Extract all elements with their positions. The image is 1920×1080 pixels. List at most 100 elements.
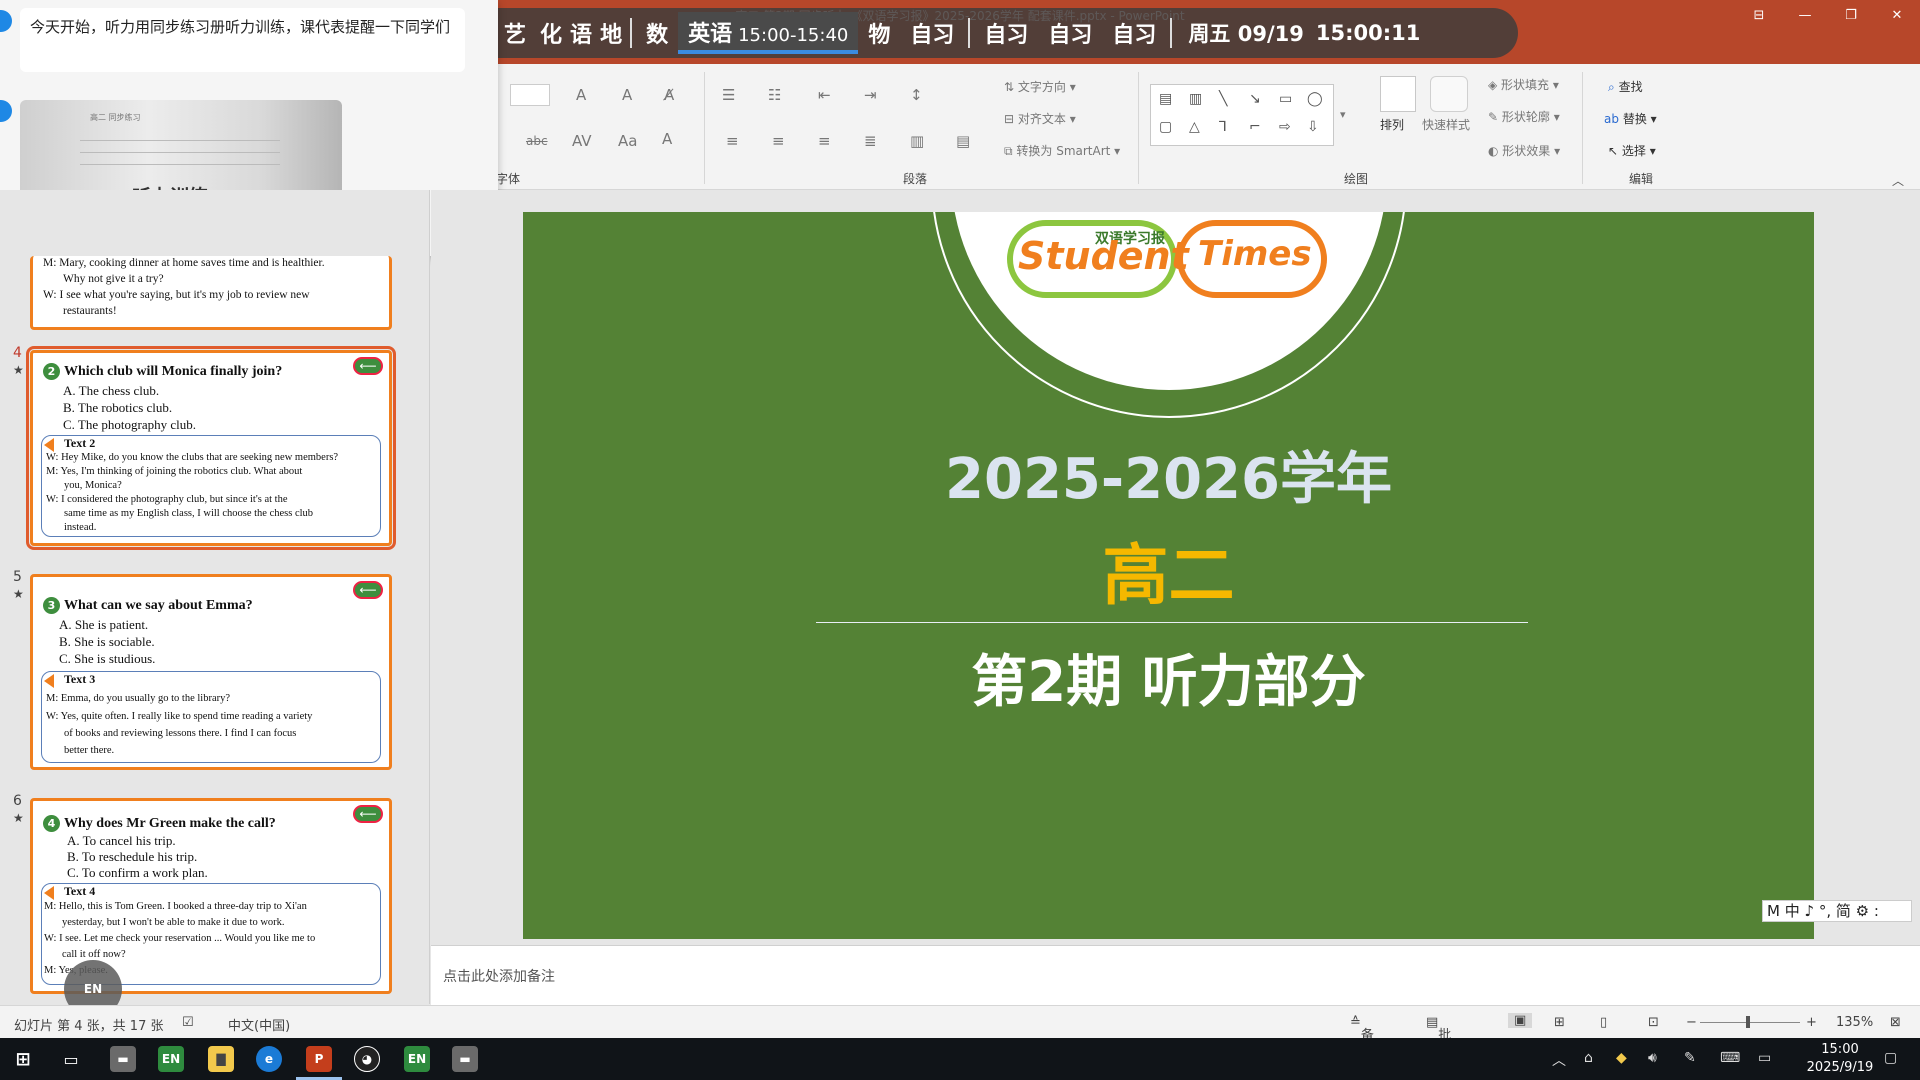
ribbon-display-icon[interactable]: ⊟ [1736,0,1782,30]
ime-toolbar[interactable]: M 中 ♪ °, 简 ⚙ : [1762,900,1912,922]
network-icon[interactable]: ⌂ [1584,1050,1593,1066]
quick-styles-button[interactable]: 快速样式 [1422,116,1470,133]
notes-toggle[interactable]: ≙ 备注 [1350,1015,1374,1062]
windows-start-icon[interactable]: ⊞ [10,1046,36,1072]
text-direction-button[interactable]: ⇅ 文字方向 ▾ [1004,78,1076,95]
align-text-button[interactable]: ⊟ 对齐文本 ▾ [1004,110,1076,127]
display-icon[interactable]: ▭ [1758,1050,1771,1066]
arrange-icon[interactable] [1380,76,1416,112]
file-explorer-icon[interactable]: ▇ [208,1046,234,1072]
shape-gallery-more-icon[interactable]: ▾ [1340,108,1346,121]
app-icon[interactable]: ▬ [452,1046,478,1072]
language-status[interactable]: 中文(中国) [228,1015,290,1034]
shape-effects-button[interactable]: ◐ 形状效果 ▾ [1488,142,1560,159]
notifications-icon[interactable]: ▢ [1884,1050,1897,1066]
powerpoint-icon[interactable]: P [306,1046,332,1072]
normal-view-icon[interactable]: ▣ [1508,1013,1533,1028]
shape-outline-button[interactable]: ✎ 形状轮廓 ▾ [1488,108,1560,125]
notes-placeholder[interactable]: 点击此处添加备注 [443,966,555,986]
slide-year-title[interactable]: 2025-2026学年 [523,434,1814,515]
shape-gallery[interactable]: ▤ ▥ ╲ ↘ ▭ ◯ ▢ △ ⅂ ⌐ ⇨ ⇩ [1150,84,1334,146]
close-button[interactable]: ✕ [1874,0,1920,30]
oval-shape-icon[interactable]: ◯ [1307,91,1323,107]
slide-grade-title[interactable]: 高二 [523,522,1814,618]
line-shape-icon[interactable]: ╲ [1219,91,1227,107]
replace-button[interactable]: ab 替换 ▾ [1604,110,1657,127]
clear-format-icon[interactable]: A̸ [664,86,674,104]
quick-styles-icon[interactable] [1430,76,1468,112]
zoom-level[interactable]: 135% [1836,1015,1873,1030]
zoom-in-icon[interactable]: + [1806,1015,1817,1030]
right-arrow-shape-icon[interactable]: ⇨ [1279,119,1291,135]
pen-icon[interactable]: ✎ [1684,1050,1696,1066]
zoom-out-icon[interactable]: − [1686,1015,1697,1030]
taskbar-clock[interactable]: 15:00 2025/9/19 [1800,1041,1880,1077]
back-arrow-icon[interactable]: ⟵ [353,357,383,375]
qq-icon[interactable]: ◕ [354,1046,380,1072]
find-button[interactable]: ⌕ 查找 [1608,78,1643,95]
align-right-icon[interactable]: ≡ [818,132,831,150]
minimize-button[interactable]: — [1782,0,1828,30]
current-slide[interactable]: 双语学习报 Student Times 2025-2026学年 高二 第2期 听… [523,212,1814,939]
restore-button[interactable]: ❐ [1828,0,1874,30]
collapse-ribbon-icon[interactable]: ︿ [1892,172,1904,189]
slide-sorter-icon[interactable]: ⊞ [1554,1015,1565,1030]
char-spacing-icon[interactable]: AV [572,132,592,150]
accessibility-icon[interactable]: ☑ [182,1015,194,1030]
smartart-button[interactable]: ⧉ 转换为 SmartArt ▾ [1004,142,1120,159]
fit-slide-icon[interactable]: ⊠ [1890,1015,1901,1030]
arrange-button[interactable]: 排列 [1380,116,1404,133]
increase-indent-icon[interactable]: ⇥ [864,86,877,104]
elbow-arrow-icon[interactable]: ⌐ [1249,119,1261,135]
app-icon[interactable]: ▬ [110,1046,136,1072]
tray-overflow-icon[interactable]: ︿ [1552,1050,1566,1070]
slide-thumbnail[interactable]: ⟵ 3 What can we say about Emma? A. She is… [30,574,392,770]
textbox-shape-icon[interactable]: ▤ [1159,91,1172,107]
distributed-icon[interactable]: ▤ [956,132,970,150]
back-arrow-icon[interactable]: ⟵ [353,805,383,823]
reading-view-icon[interactable]: ▯ [1600,1015,1607,1030]
bullets-icon[interactable]: ☰ [722,86,735,104]
comments-toggle[interactable]: ▤ 批注 [1426,1015,1451,1062]
line-spacing-icon[interactable]: ↕ [910,86,923,104]
font-size-box[interactable] [510,84,550,106]
select-button[interactable]: ↖ 选择 ▾ [1608,142,1656,159]
decrease-indent-icon[interactable]: ⇤ [818,86,831,104]
slide-thumbnail-panel[interactable]: M: Mary, cooking dinner at home saves ti… [0,190,430,1004]
font-color-icon[interactable]: A [662,130,672,148]
triangle-shape-icon[interactable]: △ [1189,119,1200,135]
zoom-slider-thumb[interactable] [1746,1016,1750,1028]
slide-thumbnail-selected[interactable]: ⟵ 2 Which club will Monica finally join? … [26,346,396,550]
shrink-font-icon[interactable]: A [622,86,632,104]
columns-icon[interactable]: ▥ [910,132,924,150]
slideshow-icon[interactable]: ⊡ [1648,1015,1659,1030]
slide-editor[interactable]: 双语学习报 Student Times 2025-2026学年 高二 第2期 听… [431,190,1920,945]
strikethrough-icon[interactable]: abc [526,134,548,148]
notes-pane[interactable]: 点击此处添加备注 [431,945,1920,1005]
rounded-rect-icon[interactable]: ▢ [1159,119,1172,135]
align-center-icon[interactable]: ≡ [772,132,785,150]
align-left-icon[interactable]: ≡ [726,132,739,150]
back-arrow-icon[interactable]: ⟵ [353,581,383,599]
shape-fill-button[interactable]: ◈ 形状填充 ▾ [1488,76,1559,93]
vertical-textbox-icon[interactable]: ▥ [1189,91,1202,107]
change-case-icon[interactable]: Aa [618,132,637,150]
chat-message[interactable]: 今天开始，听力用同步练习册听力训练，课代表提醒一下同学们 [20,8,465,72]
arrow-line-icon[interactable]: ↘ [1249,91,1261,107]
rectangle-shape-icon[interactable]: ▭ [1279,91,1292,107]
en-app-icon[interactable]: EN [158,1046,184,1072]
security-icon[interactable]: ◆ [1616,1050,1627,1066]
slide-subtitle[interactable]: 第2期 听力部分 [523,637,1814,718]
grow-font-icon[interactable]: A [576,86,586,104]
volume-icon[interactable]: 🔊︎ [1648,1050,1657,1066]
elbow-connector-icon[interactable]: ⅂ [1219,119,1227,135]
en-app-icon[interactable]: EN [404,1046,430,1072]
slide-thumbnail[interactable]: M: Mary, cooking dinner at home saves ti… [30,256,392,330]
edge-browser-icon[interactable]: e [256,1046,282,1072]
numbering-icon[interactable]: ☷ [768,86,781,104]
justify-icon[interactable]: ≣ [864,132,877,150]
zoom-slider[interactable] [1700,1022,1800,1023]
task-view-icon[interactable]: ▭ [58,1046,84,1072]
down-arrow-shape-icon[interactable]: ⇩ [1307,119,1319,135]
keyboard-icon[interactable]: ⌨ [1720,1050,1740,1066]
